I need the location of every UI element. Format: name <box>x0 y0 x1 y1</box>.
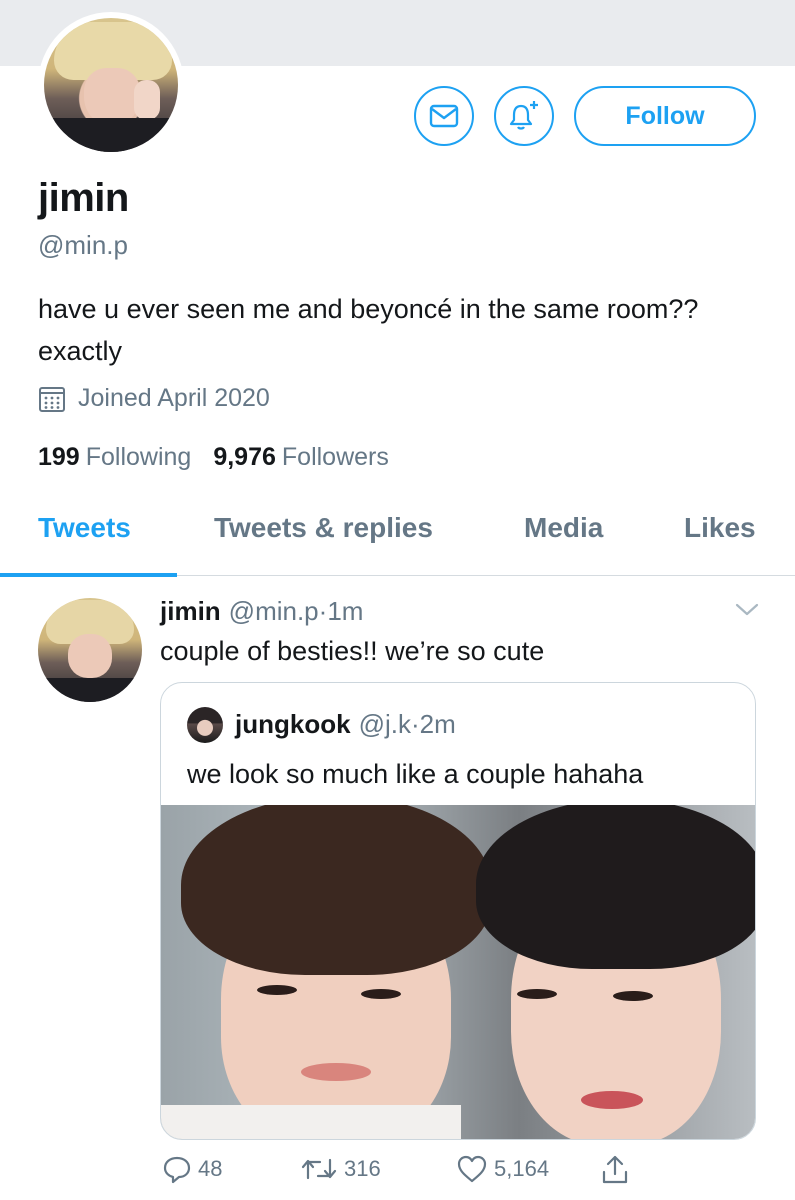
quoted-avatar <box>187 707 223 743</box>
mail-icon <box>429 104 459 128</box>
quoted-author-handle: @j.k <box>358 709 411 739</box>
joined-text: Joined April 2020 <box>78 384 270 412</box>
joined-date: Joined April 2020 <box>38 384 270 413</box>
tweet-author-handle: @min.p <box>228 596 319 626</box>
chevron-down-icon[interactable] <box>734 600 760 618</box>
profile-avatar[interactable] <box>38 12 184 158</box>
share-button[interactable] <box>600 1154 636 1186</box>
following-count: 199 <box>38 443 80 471</box>
quoted-text: we look so much like a couple hahaha <box>187 759 644 789</box>
followers-link[interactable]: 9,976 Followers <box>213 443 389 472</box>
tab-likes[interactable]: Likes <box>684 512 756 544</box>
quoted-tweet[interactable]: jungkook @j.k·2m we look so much like a c… <box>160 682 756 1140</box>
like-count: 5,164 <box>494 1156 550 1181</box>
tab-tweets-replies[interactable]: Tweets & replies <box>214 512 433 544</box>
profile-name: jimin <box>38 176 129 220</box>
followers-label: Followers <box>281 443 389 471</box>
message-button[interactable] <box>414 86 474 146</box>
followers-count: 9,976 <box>213 443 276 471</box>
like-icon <box>457 1155 487 1183</box>
tab-tweets[interactable]: Tweets <box>38 512 131 544</box>
follow-stats: 199 Following 9,976 Followers <box>38 443 389 472</box>
quoted-author-name: jungkook <box>235 709 351 739</box>
quoted-photo[interactable] <box>161 805 755 1139</box>
quoted-dot: · <box>410 709 420 739</box>
tweet-header: jimin @min.p·1m <box>160 596 363 627</box>
like-button[interactable]: 5,164 <box>456 1154 549 1184</box>
following-link[interactable]: 199 Following <box>38 443 191 472</box>
reply-icon <box>163 1156 191 1184</box>
active-tab-indicator <box>0 573 177 577</box>
tab-media[interactable]: Media <box>524 512 603 544</box>
notifications-button[interactable] <box>494 86 554 146</box>
reply-count: 48 <box>198 1156 223 1181</box>
profile-handle: @min.p <box>38 230 128 260</box>
tweet-author-name[interactable]: jimin <box>160 596 221 626</box>
quoted-time: 2m <box>419 709 456 739</box>
retweet-icon <box>301 1158 337 1180</box>
tweet-text: couple of besties!! we’re so cute <box>160 636 545 666</box>
tweet-time: 1m <box>327 596 364 626</box>
profile-bio: have u ever seen me and beyoncé in the s… <box>38 294 699 366</box>
quoted-header: jungkook @j.k·2m <box>235 709 456 740</box>
calendar-icon <box>39 386 65 412</box>
tweet-avatar[interactable] <box>38 598 142 702</box>
following-label: Following <box>85 443 192 471</box>
tweet-actions: 48 316 5,164 <box>160 1154 760 1194</box>
retweet-count: 316 <box>344 1156 381 1181</box>
bell-plus-icon <box>509 101 538 130</box>
follow-button[interactable]: Follow <box>574 86 756 146</box>
reply-button[interactable]: 48 <box>162 1154 222 1184</box>
retweet-button[interactable]: 316 <box>300 1154 381 1184</box>
profile-tabs: Tweets Tweets & replies Media Likes <box>0 506 795 577</box>
share-icon <box>602 1155 628 1184</box>
